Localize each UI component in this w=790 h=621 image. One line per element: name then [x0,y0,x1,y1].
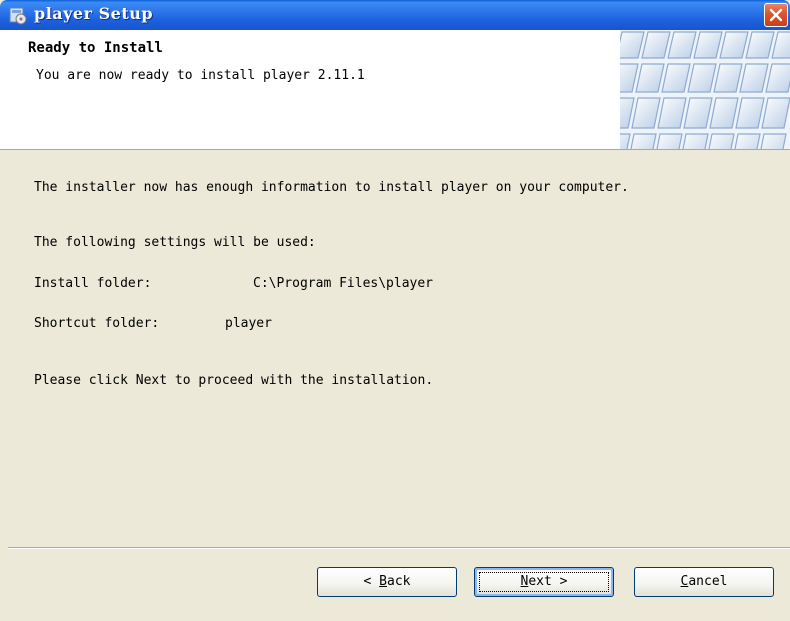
settings-heading: The following settings will be used: [34,235,316,250]
install-folder-label: Install folder: [34,276,152,291]
focus-ring [479,572,609,592]
shortcut-folder-label: Shortcut folder: [34,316,160,331]
next-button[interactable]: Next > [474,567,614,597]
intro-text: The installer now has enough information… [34,180,629,195]
proceed-text: Please click Next to proceed with the in… [34,373,434,388]
install-folder-value: C:\Program Files\player [253,276,434,291]
window-title: player Setup [34,4,154,23]
page-subtitle: You are now ready to install player 2.11… [36,68,365,83]
close-icon [769,8,783,22]
page-title: Ready to Install [28,40,163,56]
cancel-button[interactable]: Cancel [634,567,774,597]
footer-divider [8,547,790,549]
close-button[interactable] [764,3,788,27]
back-button[interactable]: < Back [317,567,457,597]
shortcut-folder-value: player [225,316,272,331]
cancel-button-label: Cancel [680,574,728,589]
installer-app-icon [8,5,28,25]
installer-window: player Setup Ready to Install You are no… [0,0,790,621]
keyboard-keys-image [601,30,790,165]
back-button-label: < Back [363,574,411,589]
title-bar[interactable]: player Setup [0,0,790,30]
